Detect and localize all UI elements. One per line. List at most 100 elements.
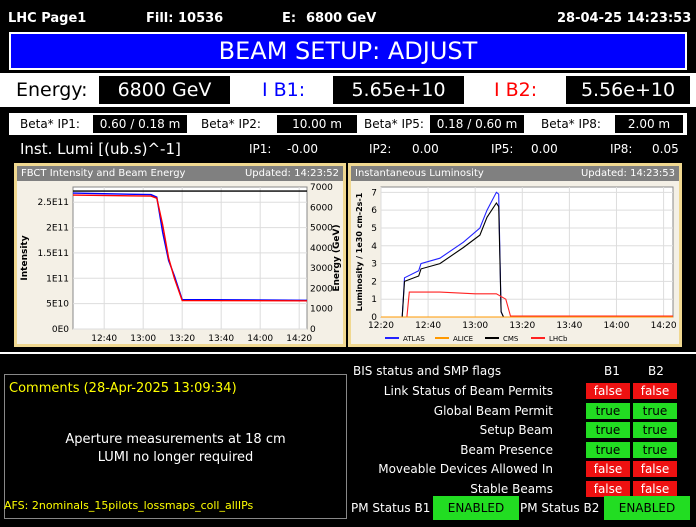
- beta-ip5-label: Beta* IP5:: [364, 117, 424, 131]
- y-tick-label: 1.5E11: [38, 249, 69, 259]
- x-tick-label: 14:20: [286, 334, 312, 344]
- page-name: LHC Page1: [8, 11, 87, 26]
- beta-ip2-label: Beta* IP2:: [201, 117, 261, 131]
- fbct-chart: 0E05E101E111.5E112E112.5E110100020003000…: [17, 181, 343, 344]
- bis-col-b1: B1: [604, 364, 620, 378]
- lumi-chart-title: Instantaneous Luminosity: [355, 168, 484, 179]
- y-tick-label: 3: [371, 260, 377, 270]
- y2-tick-label: 5000: [310, 224, 333, 234]
- legend-label: CMS: [503, 335, 519, 343]
- y2-tick-label: 3000: [310, 264, 333, 274]
- legend-label: LHCb: [549, 335, 568, 343]
- fbct-chart-header: FBCT Intensity and Beam Energy Updated: …: [17, 166, 343, 181]
- flag-label: Stable Beams: [470, 482, 553, 496]
- fbct-chart-title: FBCT Intensity and Beam Energy: [21, 168, 186, 179]
- x-tick-label: 13:00: [462, 321, 488, 331]
- pm-b1-status: ENABLED: [433, 496, 519, 520]
- flag-label: Setup Beam: [479, 423, 553, 437]
- legend-label: ATLAS: [403, 335, 425, 343]
- beta-ip5-value: 0.18 / 0.60 m: [430, 115, 524, 133]
- flag-b2-value: true: [633, 442, 677, 458]
- x-tick-label: 14:00: [604, 321, 630, 331]
- energy-label-top: E:: [282, 11, 297, 26]
- y2-tick-label: 4000: [310, 244, 333, 254]
- x-tick-label: 14:20: [651, 321, 677, 331]
- lumi-chart-updated: Updated: 14:23:53: [580, 168, 675, 179]
- x-tick-label: 13:20: [509, 321, 535, 331]
- lumi-ip5-label: IP5:: [491, 142, 514, 156]
- ib2-label: I B2:: [494, 79, 538, 101]
- lumi-ip1-label: IP1:: [249, 142, 272, 156]
- y-tick-label: 1: [371, 295, 377, 305]
- flag-b2-value: false: [633, 383, 677, 399]
- y-tick-label: 7: [371, 188, 377, 198]
- fill-number: 10536: [178, 11, 224, 26]
- afs-config: AFS: 2nominals_15pilots_lossmaps_coll_al…: [4, 499, 254, 512]
- flag-label: Global Beam Permit: [433, 404, 553, 418]
- energy-value-top: 6800 GeV: [306, 11, 377, 26]
- fill-label: Fill:: [146, 11, 174, 26]
- lumi-ip8-value: 0.05: [652, 142, 679, 156]
- flag-b2-value: true: [633, 422, 677, 438]
- comment-line: Aperture measurements at 18 cm: [65, 432, 286, 447]
- flag-b1-value: true: [586, 403, 630, 419]
- lumi-ip8-label: IP8:: [610, 142, 633, 156]
- comment-line: LUMI no longer required: [97, 450, 254, 465]
- beta-ip8-value: 2.00 m: [615, 115, 683, 133]
- comments-body: Aperture measurements at 18 cm LUMI no l…: [5, 431, 346, 467]
- y-tick-label: 2E11: [46, 224, 69, 234]
- flag-b1-value: false: [586, 461, 630, 477]
- top-bar: LHC Page1 Fill: 10536 E: 6800 GeV 28-04-…: [0, 0, 696, 30]
- energy-value: 6800 GeV: [99, 76, 230, 104]
- energy-label: Energy:: [16, 79, 88, 101]
- lumi-ip1-value: -0.00: [287, 142, 319, 156]
- x-tick-label: 12:40: [415, 321, 441, 331]
- y-tick-label: 2: [371, 277, 377, 287]
- x-tick-label: 13:00: [130, 334, 156, 344]
- y-tick-label: 4: [371, 242, 377, 252]
- energy-row: Energy: 6800 GeV I B1: 5.65e+10 I B2: 5.…: [0, 73, 696, 107]
- ib1-value: 5.65e+10: [333, 76, 464, 104]
- lumi-ip2-label: IP2:: [369, 142, 392, 156]
- inst-lumi-label: Inst. Lumi [(ub.s)^-1]: [20, 140, 181, 158]
- lumi-chart-panel: Instantaneous Luminosity Updated: 14:23:…: [348, 163, 682, 347]
- y-tick-label: 2.5E11: [38, 198, 69, 208]
- x-tick-label: 12:40: [91, 334, 117, 344]
- beta-ip1-value: 0.60 / 0.18 m: [93, 115, 187, 133]
- y2-tick-label: 1000: [310, 305, 333, 315]
- pm-b2-status: ENABLED: [604, 496, 690, 520]
- y2-axis-label: Energy (GeV): [332, 224, 342, 291]
- flag-b1-value: false: [586, 383, 630, 399]
- comments-box: Comments (28-Apr-2025 13:09:34) Aperture…: [4, 374, 347, 519]
- beta-ip2-value: 10.00 m: [277, 115, 357, 133]
- separator: [0, 352, 696, 354]
- x-tick-label: 13:40: [208, 334, 234, 344]
- pm-b2-label: PM Status B2: [520, 501, 600, 515]
- flag-b2-value: false: [633, 461, 677, 477]
- beta-ip8-label: Beta* IP8:: [541, 117, 601, 131]
- y-tick-label: 5E10: [46, 300, 69, 310]
- flag-b2-value: false: [633, 481, 677, 497]
- y-tick-label: 6: [371, 206, 377, 216]
- y2-tick-label: 6000: [310, 203, 333, 213]
- y2-tick-label: 7000: [310, 183, 333, 193]
- pm-b1-label: PM Status B1: [351, 501, 431, 515]
- lumi-chart-header: Instantaneous Luminosity Updated: 14:23:…: [351, 166, 679, 181]
- flag-b1-value: false: [586, 481, 630, 497]
- y2-tick-label: 2000: [310, 284, 333, 294]
- plot-area: [380, 186, 674, 318]
- plot-area: [72, 186, 308, 330]
- y-tick-label: 5: [371, 224, 377, 234]
- bis-col-b2: B2: [648, 364, 664, 378]
- flag-label: Moveable Devices Allowed In: [378, 462, 553, 476]
- y-tick-label: 0E0: [52, 325, 69, 335]
- y-axis-label: Luminosity / 1e30 cm-2s-1: [355, 192, 364, 311]
- x-tick-label: 13:40: [556, 321, 582, 331]
- fbct-chart-panel: FBCT Intensity and Beam Energy Updated: …: [14, 163, 346, 347]
- comments-title: Comments (28-Apr-2025 13:09:34): [9, 381, 237, 396]
- lumi-ip5-value: 0.00: [531, 142, 558, 156]
- ib1-label: I B1:: [262, 79, 306, 101]
- lumi-ip2-value: 0.00: [412, 142, 439, 156]
- x-tick-label: 12:20: [368, 321, 394, 331]
- x-tick-label: 13:20: [169, 334, 195, 344]
